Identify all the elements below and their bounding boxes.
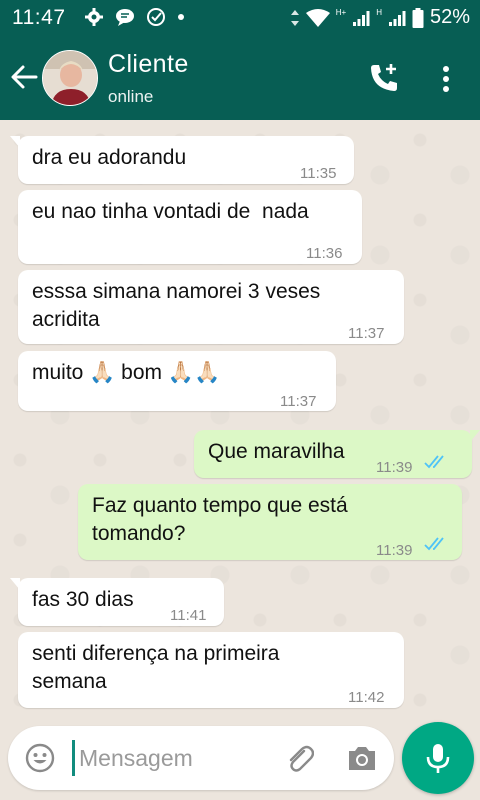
contact-status: online (108, 87, 154, 106)
status-bar: 11:47 H+ H 52% (0, 0, 480, 36)
message-time: 11:39 (376, 542, 413, 559)
avatar-person-icon (43, 51, 97, 105)
message-time: 11:37 (348, 325, 385, 342)
composer-bar (8, 726, 394, 790)
message-text: Que maravilha (208, 440, 345, 463)
wifi-icon (305, 8, 330, 27)
incoming-message[interactable]: fas 30 dias 11:41 (10, 578, 224, 626)
signal-icon (388, 10, 406, 26)
incoming-message[interactable]: senti diferença na primeira semana 11:42 (18, 632, 404, 708)
emoji-icon[interactable] (24, 742, 56, 774)
mic-button[interactable] (402, 722, 474, 794)
message-text: muito 🙏🏻 bom 🙏🏻🙏🏻 (32, 361, 221, 384)
network-type-badge-2: H (376, 8, 382, 17)
message-time: 11:36 (306, 245, 343, 262)
settings-icon (85, 8, 103, 26)
battery-percent: 52% (429, 6, 470, 28)
read-receipt-icon (424, 455, 444, 469)
status-time: 11:47 (12, 6, 66, 29)
outgoing-message[interactable]: Faz quanto tempo que está tomando? 11:39 (78, 484, 462, 560)
message-text: fas 30 dias (32, 588, 134, 611)
message-time: 11:37 (280, 393, 317, 410)
read-receipt-icon (424, 537, 444, 551)
network-type-badge: H+ (335, 8, 347, 17)
dot-icon (178, 14, 184, 20)
message-time: 11:42 (348, 689, 385, 706)
message-text: senti diferença na primeira semana (32, 642, 280, 693)
message-list[interactable]: dra eu adorandu 11:35 eu nao tinha vonta… (0, 120, 480, 720)
message-text: esssa simana namorei 3 veses acridita (32, 280, 321, 331)
incoming-message[interactable]: muito 🙏🏻 bom 🙏🏻🙏🏻 11:37 (18, 351, 336, 411)
chat-bubble-icon (116, 9, 134, 26)
message-time: 11:41 (170, 607, 207, 624)
outgoing-message[interactable]: Que maravilha 11:39 (194, 430, 480, 478)
data-arrows-icon (290, 9, 299, 26)
chat-header: Cliente online (0, 36, 480, 120)
message-text: Faz quanto tempo que está tomando? (92, 494, 348, 545)
message-text: eu nao tinha vontadi de nada (32, 200, 309, 223)
message-time: 11:35 (300, 165, 337, 182)
mic-icon (426, 744, 450, 773)
check-circle-icon (147, 8, 165, 26)
add-call-icon[interactable] (368, 62, 400, 94)
contact-name[interactable]: Cliente (108, 50, 189, 79)
bubble-tail (10, 136, 20, 148)
avatar[interactable] (42, 50, 98, 106)
message-input[interactable] (72, 740, 262, 776)
message-text: dra eu adorandu (32, 146, 187, 169)
bubble-tail (10, 578, 20, 590)
battery-icon (412, 7, 424, 28)
more-vert-icon[interactable] (436, 64, 456, 94)
status-icons-right: H+ H 52% (290, 6, 470, 29)
incoming-message[interactable]: dra eu adorandu 11:35 (10, 136, 354, 184)
bubble-tail (470, 430, 480, 442)
status-icons-left (84, 7, 186, 27)
signal-icon (353, 10, 370, 26)
camera-icon[interactable] (346, 743, 378, 773)
attach-icon[interactable] (284, 742, 314, 774)
back-arrow-icon[interactable] (8, 60, 40, 94)
incoming-message[interactable]: esssa simana namorei 3 veses acridita 11… (18, 270, 404, 344)
incoming-message[interactable]: eu nao tinha vontadi de nada 11:36 (18, 190, 362, 264)
message-time: 11:39 (376, 459, 413, 476)
